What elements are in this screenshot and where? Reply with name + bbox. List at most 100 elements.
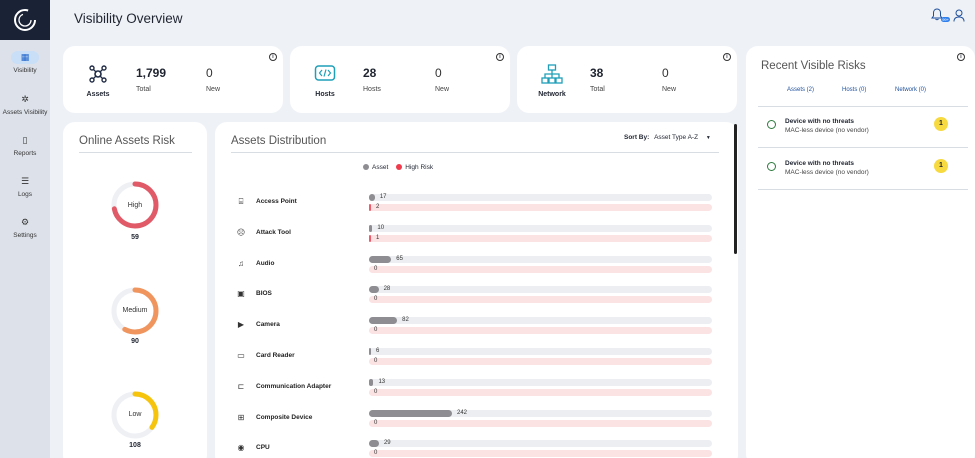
- high-risk-bar[interactable]: 2: [369, 204, 712, 211]
- bar-value-label: 242: [457, 409, 468, 416]
- list-item[interactable]: Device with no threats MAC-less device (…: [760, 113, 965, 155]
- asset-count-bar[interactable]: 28: [369, 286, 712, 294]
- asset-count-bar[interactable]: 242: [369, 409, 712, 417]
- asset-count-bar[interactable]: 10: [369, 224, 712, 232]
- asset-count-bar[interactable]: 6: [369, 348, 712, 355]
- sidebar-item-assets-visibility[interactable]: ✲ Assets Visibility: [0, 93, 50, 116]
- risk-item-title: Device with no threats: [785, 118, 854, 125]
- table-row[interactable]: ⊞ Composite Device 242 0: [235, 408, 715, 438]
- info-icon[interactable]: i: [269, 53, 277, 61]
- bar-value-label: 29: [383, 440, 391, 447]
- network-tree-icon: [541, 64, 563, 84]
- asset-count-bar[interactable]: 17: [369, 194, 712, 201]
- bar-fill: [369, 409, 452, 417]
- table-row[interactable]: ♫ Audio 65 0: [235, 254, 715, 284]
- bar-fill: [369, 317, 398, 325]
- tab-network[interactable]: Network (0): [895, 87, 926, 93]
- sidebar-item-visibility[interactable]: ▦ Visibility: [0, 51, 50, 74]
- stat-label: Assets: [86, 91, 110, 98]
- stat-icon-wrap: Assets: [80, 64, 116, 98]
- asset-type-name: CPU: [256, 444, 270, 452]
- tab-assets[interactable]: Assets (2): [787, 87, 814, 93]
- risk-item-subtitle: MAC-less device (no vendor): [785, 127, 869, 134]
- document-icon: ▯: [22, 135, 28, 145]
- info-icon[interactable]: i: [957, 53, 965, 61]
- list-item[interactable]: Device with no threats MAC-less device (…: [760, 155, 965, 197]
- notifications-button[interactable]: 99+: [931, 8, 950, 22]
- asset-type-name: BIOS: [256, 290, 272, 298]
- high-risk-bar[interactable]: 0: [369, 296, 712, 304]
- sidebar-item-settings[interactable]: ⚙ Settings: [0, 216, 50, 239]
- chevron-down-icon: ▼: [705, 135, 711, 141]
- high-risk-bar[interactable]: 0: [369, 358, 712, 365]
- bar-value-label: 17: [379, 194, 387, 200]
- user-profile-icon[interactable]: [953, 9, 965, 22]
- sidebar-item-label: Reports: [13, 150, 37, 157]
- stat-value: 38: [590, 66, 604, 80]
- sort-select-value: Asset Type A-Z: [654, 134, 699, 141]
- bar-value-label: 0: [374, 296, 378, 303]
- high-risk-bar[interactable]: 0: [369, 388, 712, 396]
- notification-count-badge: 99+: [941, 17, 950, 22]
- table-row[interactable]: ▭ Card Reader 6 0: [235, 346, 715, 376]
- stat-new-caption: New: [662, 86, 677, 93]
- bar-value-label: 10: [377, 224, 385, 231]
- high-risk-bar[interactable]: 0: [369, 419, 712, 427]
- online-risk-title: Online Assets Risk: [79, 135, 175, 147]
- bar-fill: [369, 194, 375, 201]
- table-row[interactable]: ☹ Attack Tool 10 1: [235, 223, 715, 253]
- router-icon: ⌸: [238, 197, 244, 206]
- divider: [231, 152, 719, 153]
- high-risk-bar[interactable]: 1: [369, 234, 712, 242]
- logo-ring-icon: [14, 9, 36, 31]
- table-row[interactable]: ⌸ Access Point 17 2: [235, 192, 715, 222]
- list-check-icon: ☰: [20, 176, 30, 186]
- composite-icon: ⊞: [237, 412, 245, 422]
- bar-value-label: 0: [374, 388, 378, 395]
- scrollbar-thumb[interactable]: [734, 124, 737, 254]
- info-icon[interactable]: i: [723, 53, 731, 61]
- high-risk-bar[interactable]: 0: [369, 450, 712, 458]
- sidebar: ▦ Visibility ✲ Assets Visibility ▯ Repor…: [0, 0, 50, 458]
- table-row[interactable]: ⊏ Communication Adapter 13 0: [235, 377, 715, 407]
- sidebar-item-logs[interactable]: ☰ Logs: [0, 175, 50, 198]
- stat-card-assets[interactable]: Assets 1,799 Total 0 New i: [63, 46, 283, 113]
- asset-count-bar[interactable]: 65: [369, 255, 712, 263]
- bar-fill: [369, 286, 379, 294]
- sort-control[interactable]: Sort By: Asset Type A-Z ▼: [624, 134, 711, 141]
- recent-risks-title: Recent Visible Risks: [761, 60, 866, 72]
- bar-value-label: 6: [376, 348, 380, 354]
- stat-new-value: 0: [662, 66, 669, 80]
- table-row[interactable]: ◉ CPU 29 0: [235, 438, 715, 458]
- asset-count-bar[interactable]: 82: [369, 317, 712, 325]
- stat-value-caption: Total: [136, 86, 151, 93]
- asset-count-bar[interactable]: 29: [369, 440, 712, 448]
- risk-level-count: 59: [131, 234, 139, 241]
- sidebar-item-label: Visibility: [13, 67, 37, 74]
- asset-count-bar[interactable]: 13: [369, 378, 712, 386]
- tab-hosts[interactable]: Hosts (0): [842, 87, 866, 93]
- high-risk-bar[interactable]: 0: [369, 327, 712, 335]
- risk-level-count: 90: [131, 338, 139, 345]
- divider: [79, 152, 192, 153]
- stat-card-hosts[interactable]: Hosts 28 Hosts 0 New i: [290, 46, 510, 113]
- headphones-icon: ♫: [238, 258, 244, 268]
- bar-value-label: 28: [383, 286, 391, 293]
- sort-label: Sort By:: [624, 134, 650, 141]
- high-risk-bar[interactable]: 0: [369, 265, 712, 273]
- asset-type-name: Audio: [256, 259, 275, 267]
- bar-value-label: 0: [374, 265, 378, 272]
- camera-icon: ▶: [237, 320, 245, 330]
- info-icon[interactable]: i: [496, 53, 504, 61]
- table-row[interactable]: ▶ Camera 82 0: [235, 315, 715, 345]
- risk-level-label: High: [127, 202, 143, 209]
- stat-card-network[interactable]: Network 38 Total 0 New i: [517, 46, 737, 113]
- sidebar-item-reports[interactable]: ▯ Reports: [0, 134, 50, 157]
- bar-fill: [369, 224, 373, 232]
- adapter-icon: ⊏: [237, 381, 245, 391]
- app-logo[interactable]: [0, 0, 50, 40]
- sidebar-item-label: Logs: [17, 191, 33, 198]
- stat-value-caption: Total: [590, 86, 605, 93]
- table-row[interactable]: ▣ BIOS 28 0: [235, 284, 715, 314]
- risk-level-label: Medium: [122, 307, 148, 314]
